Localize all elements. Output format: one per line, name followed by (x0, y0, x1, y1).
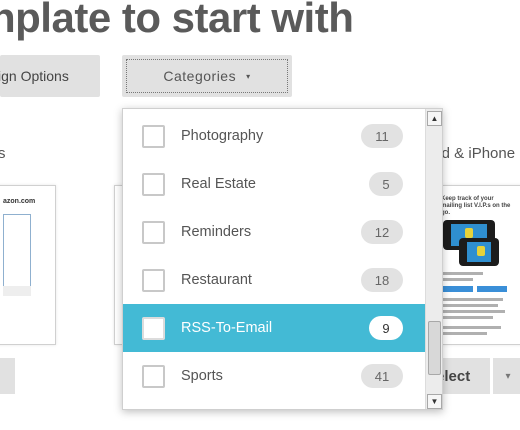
amazon-logo: azon.com (3, 198, 36, 205)
thumbnail-text-line (443, 326, 501, 329)
scroll-down-arrow-icon[interactable]: ▼ (427, 394, 442, 409)
thumbnail-footer-box (3, 286, 31, 296)
category-count-badge: 41 (361, 364, 403, 388)
category-item-photography[interactable]: Photography 11 (123, 112, 425, 160)
category-item-reminders[interactable]: Reminders 12 (123, 208, 425, 256)
scrollbar-thumb[interactable] (428, 321, 441, 375)
thumbnail-text-line (443, 304, 498, 307)
thumbnail-text-line (443, 272, 483, 275)
categories-dropdown-button[interactable]: Categories ▾ (122, 55, 292, 97)
checkbox[interactable] (142, 220, 165, 244)
section-label-left: s (0, 145, 6, 162)
category-count-badge: 11 (361, 124, 403, 148)
category-label: Real Estate (181, 176, 256, 192)
category-item-real-estate[interactable]: Real Estate 5 (123, 160, 425, 208)
category-label: Sports (181, 368, 223, 384)
checkbox[interactable] (142, 268, 165, 292)
categories-button-inner: Categories ▾ (126, 59, 288, 93)
category-count-badge: 12 (361, 220, 403, 244)
category-label: RSS-To-Email (181, 320, 273, 336)
thumbnail-promo-title: Keep track of your mailing list V.I.P.s … (441, 196, 511, 217)
category-count-badge: 9 (369, 316, 403, 340)
dropdown-scrollbar[interactable]: ▲ ▼ (425, 109, 442, 409)
checkbox[interactable] (142, 124, 165, 148)
category-item-sports[interactable]: Sports 41 (123, 352, 425, 400)
category-label: Photography (181, 128, 264, 144)
page-title: nplate to start with (0, 0, 354, 41)
category-label: Restaurant (181, 272, 252, 288)
select-chevron-down-icon[interactable]: ▾ (493, 358, 520, 394)
category-item-rss-to-email[interactable]: RSS-To-Email 9 (123, 304, 425, 352)
scroll-up-arrow-icon[interactable]: ▲ (427, 111, 442, 126)
design-options-button[interactable]: ign Options (0, 55, 100, 97)
thumbnail-form-box (3, 214, 31, 294)
chevron-down-icon: ▾ (246, 71, 251, 81)
checkbox[interactable] (142, 172, 165, 196)
design-options-label: ign Options (0, 68, 69, 84)
store-button-image (443, 286, 473, 292)
select-button-left[interactable] (0, 358, 15, 394)
template-thumbnail-left[interactable]: azon.com (0, 185, 56, 345)
checkbox[interactable] (142, 316, 165, 340)
category-count-badge: 5 (369, 172, 403, 196)
thumbnail-text-line (443, 278, 473, 281)
store-button-image (477, 286, 507, 292)
thumbnail-text-line (443, 310, 505, 313)
category-label: Reminders (181, 224, 252, 240)
category-count-badge: 18 (361, 268, 403, 292)
phone-image-second (459, 238, 499, 266)
checkbox[interactable] (142, 364, 165, 388)
thumbnail-text-line (443, 298, 503, 301)
category-item-restaurant[interactable]: Restaurant 18 (123, 256, 425, 304)
categories-dropdown-menu: Photography 11 Real Estate 5 Reminders 1… (122, 108, 443, 410)
thumbnail-text-line (443, 316, 493, 319)
thumbnail-text-line (443, 332, 487, 335)
categories-label: Categories (163, 68, 237, 84)
